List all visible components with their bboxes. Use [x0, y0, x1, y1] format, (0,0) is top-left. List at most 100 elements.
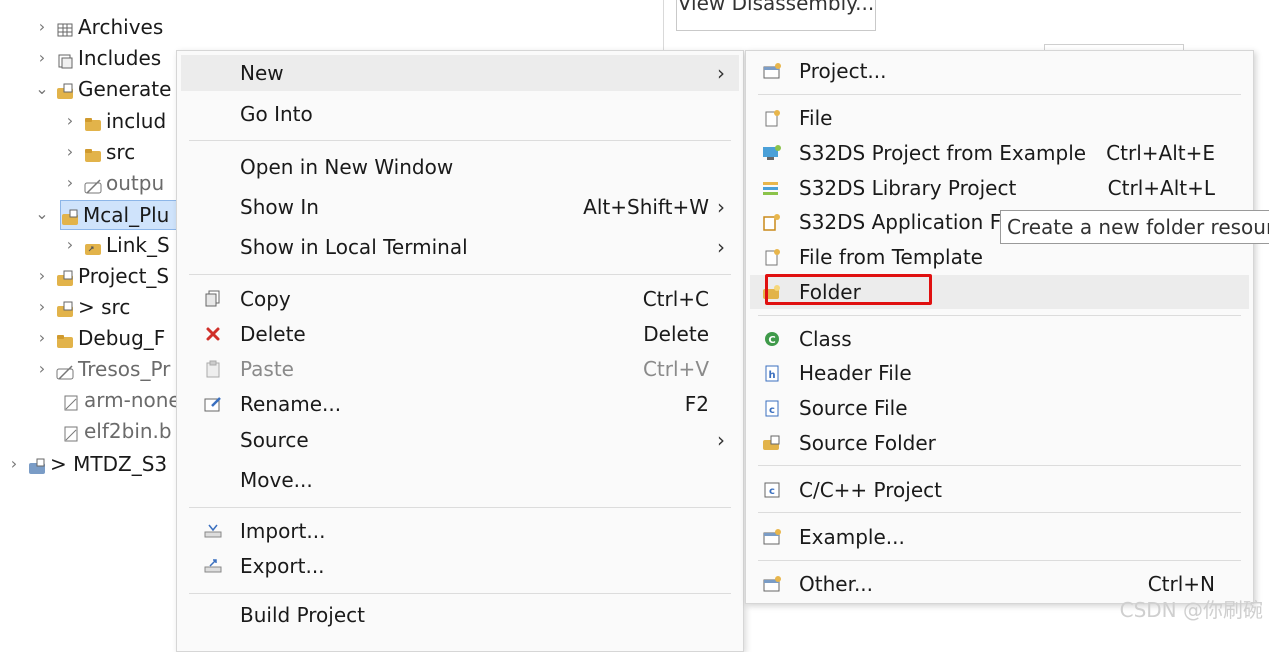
tree-item-label: Tresos_Pr: [78, 357, 171, 381]
tree-item-output[interactable]: › outpu: [62, 169, 164, 197]
submenu-separator: [758, 465, 1241, 466]
menu-item-show-in-local-terminal[interactable]: Show in Local Terminal ›: [181, 229, 739, 265]
context-menu: New › Go Into Open in New Window Show In…: [176, 50, 744, 652]
header-file-icon: h: [762, 363, 782, 383]
menu-item-show-in[interactable]: Show In Alt+Shift+W ›: [181, 189, 739, 225]
view-disassembly-button[interactable]: View Disassembly...: [676, 0, 876, 31]
submenu-item-label: S32DS Library Project: [799, 176, 1017, 200]
tree-item-project-s[interactable]: › Project_S: [34, 262, 169, 290]
submenu-item-cpp-project[interactable]: c C/C++ Project: [750, 473, 1249, 507]
menu-item-copy[interactable]: Copy Ctrl+C: [181, 281, 739, 317]
menu-item-shortcut: Ctrl+V: [642, 357, 709, 381]
menu-item-source[interactable]: Source ›: [181, 422, 739, 458]
includes-icon: [56, 49, 74, 69]
chevron-right-icon[interactable]: ›: [34, 355, 50, 383]
menu-separator: [189, 593, 731, 594]
tree-item-archives[interactable]: › Archives: [34, 13, 163, 41]
tree-item-generate[interactable]: ⌄ Generate: [34, 75, 171, 103]
chevron-right-icon: ›: [717, 61, 725, 85]
chevron-down-icon[interactable]: ⌄: [34, 75, 50, 103]
cpp-project-icon: c: [762, 480, 782, 500]
submenu-item-header-file[interactable]: h Header File: [750, 356, 1249, 390]
tree-item-mcal-plugin[interactable]: Mcal_Plu: [60, 200, 178, 230]
view-disassembly-label: View Disassembly...: [677, 0, 875, 15]
submenu-item-label: File: [799, 106, 833, 130]
chevron-right-icon[interactable]: ›: [62, 169, 78, 197]
chevron-right-icon[interactable]: ›: [34, 262, 50, 290]
menu-item-label: Show in Local Terminal: [240, 235, 468, 259]
submenu-item-source-folder[interactable]: Source Folder: [750, 426, 1249, 460]
menu-item-open-in-new-window[interactable]: Open in New Window: [181, 149, 739, 185]
chevron-right-icon[interactable]: ›: [62, 231, 78, 259]
submenu-item-project[interactable]: Project...: [750, 54, 1249, 88]
tree-item-debug[interactable]: › Debug_F: [34, 324, 165, 352]
submenu-item-example[interactable]: Example...: [750, 520, 1249, 554]
tree-item-link[interactable]: › Link_S: [62, 231, 170, 259]
copy-icon: [203, 289, 223, 309]
editor-divider: [663, 0, 664, 50]
chevron-right-icon[interactable]: ›: [62, 138, 78, 166]
menu-item-paste[interactable]: Paste Ctrl+V: [181, 351, 739, 387]
chevron-right-icon[interactable]: ›: [34, 293, 50, 321]
menu-item-move[interactable]: Move...: [181, 462, 739, 498]
rename-icon: [203, 394, 223, 414]
example-icon: [762, 527, 782, 547]
submenu-item-shortcut: Ctrl+N: [1147, 572, 1215, 596]
menu-item-import[interactable]: Import...: [181, 513, 739, 549]
tree-item-label: Includes: [78, 46, 162, 70]
menu-item-label: Export...: [240, 554, 325, 578]
tree-item-label: outpu: [106, 171, 165, 195]
menu-item-go-into[interactable]: Go Into: [181, 96, 739, 132]
menu-item-label: Source: [240, 428, 309, 452]
tree-item-src-root[interactable]: › > src: [34, 293, 131, 321]
tree-item-tresos[interactable]: › Tresos_Pr: [34, 355, 171, 383]
menu-item-label: Go Into: [240, 102, 313, 126]
project-icon: [28, 455, 46, 474]
tree-item-includes[interactable]: › Includes: [34, 44, 161, 72]
submenu-item-source-file[interactable]: c Source File: [750, 391, 1249, 425]
application-project-icon: [762, 212, 782, 232]
menu-item-delete[interactable]: Delete Delete: [181, 316, 739, 352]
submenu-item-label: C/C++ Project: [799, 478, 942, 502]
source-folder-icon: [56, 298, 74, 317]
tree-item-label: includ: [106, 109, 167, 133]
source-file-icon: c: [762, 398, 782, 418]
new-submenu: Project... File S32DS Project from Examp…: [745, 50, 1254, 604]
menu-item-label: Paste: [240, 357, 294, 381]
submenu-item-file[interactable]: File: [750, 101, 1249, 135]
tree-item-src[interactable]: › src: [62, 138, 135, 166]
menu-item-rename[interactable]: Rename... F2: [181, 386, 739, 422]
import-icon: [203, 521, 223, 541]
submenu-item-file-from-template[interactable]: File from Template: [750, 240, 1249, 274]
menu-item-export[interactable]: Export...: [181, 548, 739, 584]
tree-item-label: Link_S: [106, 233, 170, 257]
file-icon: [62, 422, 80, 442]
submenu-item-s32ds-library-project[interactable]: S32DS Library Project Ctrl+Alt+L: [750, 171, 1249, 205]
submenu-item-class[interactable]: C Class: [750, 322, 1249, 356]
submenu-item-s32ds-project-from-example[interactable]: S32DS Project from Example Ctrl+Alt+E: [750, 136, 1249, 170]
submenu-item-shortcut: Ctrl+Alt+E: [1106, 141, 1215, 165]
menu-separator: [189, 507, 731, 508]
tree-item-includ[interactable]: › includ: [62, 107, 166, 135]
chevron-right-icon[interactable]: ›: [34, 324, 50, 352]
chevron-down-icon[interactable]: ⌄: [34, 200, 50, 228]
menu-item-label: New: [240, 61, 284, 85]
chevron-right-icon[interactable]: ›: [34, 44, 50, 72]
chevron-right-icon[interactable]: ›: [62, 107, 78, 135]
folder-icon: [84, 112, 102, 131]
menu-separator: [189, 274, 731, 275]
chevron-right-icon[interactable]: ›: [34, 13, 50, 41]
submenu-item-label: Example...: [799, 525, 905, 549]
menu-item-build-project[interactable]: Build Project: [181, 597, 739, 633]
tree-item-arm-none[interactable]: arm-none: [62, 386, 181, 414]
chevron-right-icon[interactable]: ›: [6, 450, 22, 478]
menu-item-new[interactable]: New ›: [181, 55, 739, 91]
library-project-icon: [762, 178, 782, 198]
tree-item-mtdz-project[interactable]: › > MTDZ_S3: [6, 450, 167, 478]
submenu-item-label: Source File: [799, 396, 908, 420]
tree-item-elf2bin[interactable]: elf2bin.b: [62, 417, 172, 445]
tree-item-label: Archives: [78, 15, 164, 39]
paste-icon: [203, 359, 223, 379]
linked-folder-icon: [61, 206, 79, 225]
menu-item-label: Rename...: [240, 392, 342, 416]
